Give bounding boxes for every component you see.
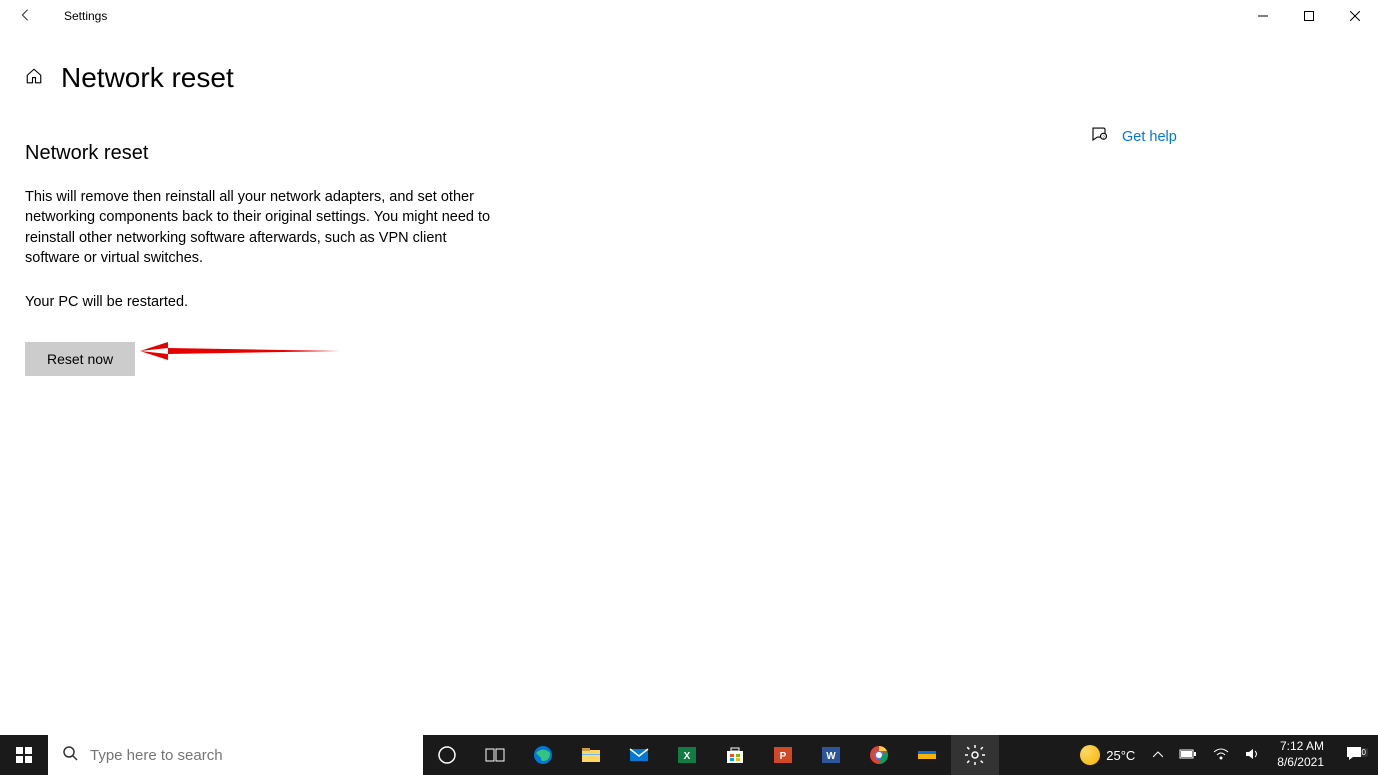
- back-button[interactable]: [18, 8, 32, 25]
- page-header: Network reset: [0, 32, 1378, 94]
- powerpoint-icon[interactable]: P: [759, 735, 807, 775]
- weather-temp: 25°C: [1106, 748, 1135, 763]
- window-controls: [1240, 0, 1378, 32]
- mail-icon[interactable]: [615, 735, 663, 775]
- page-title: Network reset: [61, 62, 234, 94]
- clock-time: 7:12 AM: [1277, 739, 1324, 755]
- notification-count: 20: [1355, 748, 1368, 757]
- window-title: Settings: [64, 9, 107, 23]
- settings-icon[interactable]: [951, 735, 999, 775]
- volume-icon[interactable]: [1239, 747, 1265, 764]
- clock-date: 8/6/2021: [1277, 755, 1324, 771]
- description-text: This will remove then reinstall all your…: [25, 187, 500, 268]
- get-help-icon: ?: [1090, 125, 1108, 148]
- home-icon[interactable]: [25, 67, 43, 90]
- system-tray: 25°C 7:12 AM 8/6/2021 20: [1072, 735, 1378, 775]
- chrome-icon[interactable]: [855, 735, 903, 775]
- weather-icon: [1080, 745, 1100, 765]
- maximize-button[interactable]: [1286, 0, 1332, 32]
- excel-icon[interactable]: X: [663, 735, 711, 775]
- edge-icon[interactable]: [519, 735, 567, 775]
- help-section: ? Get help: [1090, 125, 1177, 148]
- reset-now-button[interactable]: Reset now: [25, 342, 135, 376]
- taskbar-search[interactable]: [48, 735, 423, 775]
- restart-note: Your PC will be restarted.: [25, 294, 570, 310]
- section-heading: Network reset: [25, 142, 570, 165]
- wifi-icon[interactable]: [1207, 748, 1235, 763]
- minimize-button[interactable]: [1240, 0, 1286, 32]
- word-icon[interactable]: W: [807, 735, 855, 775]
- tray-chevron-icon[interactable]: [1147, 748, 1169, 763]
- taskbar: X P W 25°C: [0, 735, 1378, 775]
- microsoft-store-icon[interactable]: [711, 735, 759, 775]
- action-center-icon[interactable]: 20: [1336, 745, 1372, 765]
- titlebar: Settings: [0, 0, 1378, 32]
- cortana-icon[interactable]: [423, 735, 471, 775]
- svg-text:W: W: [826, 751, 836, 762]
- clock[interactable]: 7:12 AM 8/6/2021: [1269, 739, 1332, 770]
- taskbar-pinned-apps: X P W: [423, 735, 999, 775]
- main-column: Network reset This will remove then rein…: [25, 142, 570, 376]
- search-input[interactable]: [90, 747, 423, 764]
- svg-text:P: P: [780, 751, 787, 762]
- get-help-link[interactable]: Get help: [1122, 129, 1177, 145]
- task-view-icon[interactable]: [471, 735, 519, 775]
- close-button[interactable]: [1332, 0, 1378, 32]
- file-explorer-icon[interactable]: [567, 735, 615, 775]
- svg-text:X: X: [684, 751, 691, 762]
- search-icon: [62, 745, 78, 765]
- app-icon[interactable]: [903, 735, 951, 775]
- start-button[interactable]: [0, 735, 48, 775]
- battery-icon[interactable]: [1173, 748, 1203, 763]
- weather-widget[interactable]: 25°C: [1072, 745, 1143, 765]
